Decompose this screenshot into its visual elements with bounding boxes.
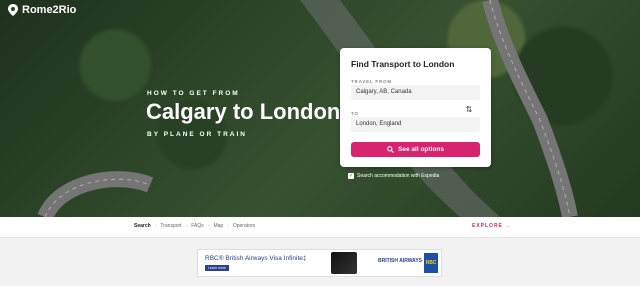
nav-link-operators[interactable]: Operators — [233, 223, 255, 229]
hero-eyebrow: HOW TO GET FROM — [147, 90, 240, 97]
search-card: Find Transport to London TRAVEL FROM Cal… — [340, 48, 491, 167]
see-all-options-label: See all options — [398, 146, 444, 153]
hero-section: Rome2Rio HOW TO GET FROM Calgary to Lond… — [0, 0, 640, 217]
nav-link-map[interactable]: Map — [213, 223, 223, 229]
search-icon — [387, 146, 395, 153]
accommodation-checkbox-row[interactable]: ✓ Search accommodation with Expedia — [348, 173, 439, 179]
hero-subeyebrow: BY PLANE OR TRAIN — [147, 131, 247, 138]
explore-link[interactable]: EXPLORE → — [472, 223, 511, 229]
section-nav-links: Search · Transport · FAQs · Map · Operat… — [134, 223, 255, 229]
brand-name: Rome2Rio — [22, 4, 77, 16]
to-field[interactable]: London, England — [351, 117, 480, 132]
location-pin-icon — [8, 4, 18, 16]
see-all-options-button[interactable]: See all options — [351, 142, 480, 157]
nav-separator: · — [154, 223, 157, 229]
section-nav: Search · Transport · FAQs · Map · Operat… — [0, 217, 640, 238]
ad-headline: RBC® British Airways Visa Infinite‡ — [205, 255, 307, 262]
nav-separator: · — [227, 223, 229, 229]
arrow-right-icon: → — [505, 223, 512, 229]
nav-separator: · — [185, 223, 188, 229]
credit-card-image — [331, 252, 357, 274]
checkbox-checked-icon[interactable]: ✓ — [348, 173, 354, 179]
nav-link-search[interactable]: Search — [134, 223, 151, 229]
nav-link-faqs[interactable]: FAQs — [191, 223, 204, 229]
nav-separator: · — [207, 223, 210, 229]
page-title: Calgary to London — [146, 99, 341, 124]
ad-learn-more-button[interactable]: Learn more — [205, 265, 229, 271]
brand-logo[interactable]: Rome2Rio — [8, 4, 76, 16]
swap-icon[interactable]: ⇅ — [463, 104, 475, 116]
search-card-heading: Find Transport to London — [351, 59, 455, 69]
explore-label: EXPLORE — [472, 223, 503, 229]
rbc-logo: RBC — [424, 253, 438, 273]
british-airways-logo: BRITISH AIRWAYS — [378, 258, 422, 264]
from-label: TRAVEL FROM — [351, 79, 392, 84]
nav-link-transport[interactable]: Transport — [160, 223, 181, 229]
advertisement-banner[interactable]: RBC® British Airways Visa Infinite‡ Lear… — [197, 249, 442, 277]
to-label: TO — [351, 111, 359, 116]
from-field[interactable]: Calgary, AB, Canada — [351, 85, 480, 100]
accommodation-label: Search accommodation with Expedia — [357, 173, 440, 179]
